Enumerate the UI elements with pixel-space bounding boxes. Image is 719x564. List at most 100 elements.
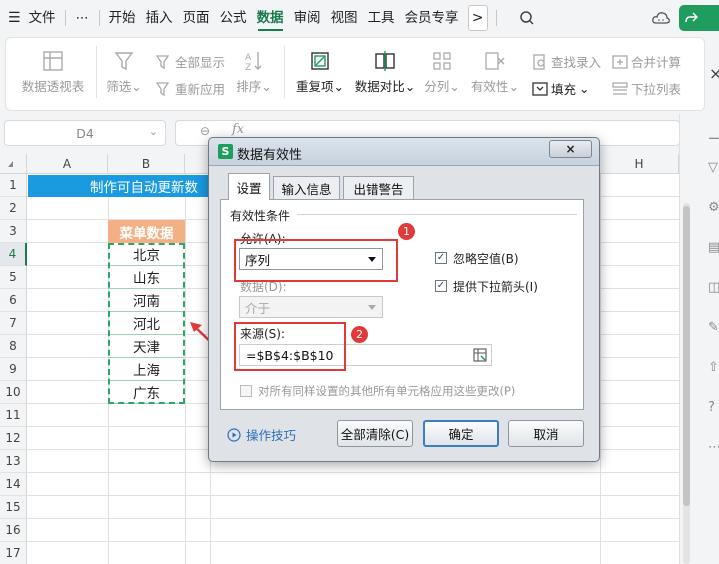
fill-icon: [532, 81, 548, 96]
source-input[interactable]: =$B$4:$B$10: [239, 344, 492, 366]
data-cell[interactable]: 上海: [108, 358, 185, 381]
reapply-button[interactable]: 重新应用: [156, 79, 225, 98]
row-header[interactable]: 12: [0, 427, 27, 450]
row-header[interactable]: 16: [0, 519, 27, 542]
data-cell[interactable]: 山东: [108, 266, 185, 289]
grid-line: [600, 174, 601, 564]
svg-text:Z: Z: [245, 63, 251, 72]
side-pen-icon[interactable]: ✎: [708, 320, 719, 335]
side-more-icon[interactable]: ⋯: [708, 440, 719, 455]
chevron-down-icon[interactable]: ⌄: [149, 125, 158, 138]
merge-calc-button[interactable]: 合并计算: [612, 52, 681, 71]
row-header[interactable]: 17: [0, 542, 27, 564]
fill-button[interactable]: 填充 ⌄: [532, 79, 590, 98]
source-label: 来源(S):: [240, 327, 286, 341]
sort-button[interactable]: AZ 排序⌄: [236, 50, 272, 95]
tab-input-message[interactable]: 输入信息: [273, 176, 340, 199]
side-share-icon[interactable]: ⇧: [708, 360, 719, 375]
ellipsis-icon[interactable]: ⋯: [70, 11, 95, 26]
row-header[interactable]: 3: [0, 220, 27, 243]
menu-home[interactable]: 开始: [104, 0, 141, 36]
row-header[interactable]: 14: [0, 473, 27, 496]
ignore-blank-checkbox[interactable]: ✓: [435, 252, 447, 264]
clear-all-button[interactable]: 全部清除(C): [337, 420, 413, 447]
ignore-blank-label[interactable]: 忽略空值(B): [453, 250, 519, 267]
name-box[interactable]: D4 ⌄: [4, 120, 166, 146]
menu-data[interactable]: 数据: [252, 0, 289, 36]
ok-button[interactable]: 确定: [423, 420, 499, 447]
filter-button[interactable]: 筛选⌄: [106, 50, 142, 95]
lookup-entry-button[interactable]: 查找录入: [532, 52, 601, 71]
hamburger-icon[interactable]: ☰: [8, 10, 21, 26]
pivot-table-button[interactable]: 数据透视表: [18, 50, 88, 95]
side-filter-icon[interactable]: ▽: [708, 160, 718, 175]
zoom-icon[interactable]: ⊖: [200, 124, 210, 138]
column-header-h[interactable]: H: [600, 154, 679, 174]
menu-formula[interactable]: 公式: [215, 0, 252, 36]
cloud-icon[interactable]: [649, 6, 673, 30]
range-picker-icon[interactable]: [473, 348, 487, 362]
column-header-a[interactable]: A: [27, 154, 108, 174]
row-header[interactable]: 9: [0, 358, 27, 381]
cancel-button[interactable]: 取消: [508, 420, 584, 447]
tips-link[interactable]: 操作技巧: [227, 425, 296, 444]
row-header[interactable]: 4: [0, 243, 27, 266]
side-help-icon[interactable]: ?: [708, 400, 715, 415]
fx-icon[interactable]: fx: [232, 122, 244, 137]
select-all-corner[interactable]: [0, 154, 27, 174]
dropdown-list-button[interactable]: 下拉列表: [612, 79, 681, 98]
row-header[interactable]: 5: [0, 266, 27, 289]
dialog-titlebar[interactable]: S 数据有效性 ×: [209, 138, 599, 166]
side-settings-icon[interactable]: ⚙: [708, 200, 719, 215]
ribbon: 数据透视表 筛选⌄ 全部显示 重新应用 AZ 排序⌄ 重复项⌄ 数据对比⌄ 分列…: [0, 36, 719, 114]
validity-button[interactable]: 有效性⌄: [470, 50, 520, 95]
row-header[interactable]: 2: [0, 197, 27, 220]
tab-settings[interactable]: 设置: [228, 173, 270, 200]
data-cell[interactable]: 天津: [108, 335, 185, 358]
row-header[interactable]: 8: [0, 335, 27, 358]
menu-member[interactable]: 会员专享: [400, 0, 464, 36]
data-cell[interactable]: 河南: [108, 289, 185, 312]
split-column-button[interactable]: 分列⌄: [424, 50, 460, 95]
data-cell[interactable]: 河北: [108, 312, 185, 335]
allow-label: 允许(A):: [240, 232, 286, 246]
close-icon[interactable]: ×: [709, 64, 719, 83]
row-header[interactable]: 11: [0, 404, 27, 427]
dialog-close-button[interactable]: ×: [549, 140, 592, 158]
row-header[interactable]: 6: [0, 289, 27, 312]
duplicates-button[interactable]: 重复项⌄: [296, 50, 344, 95]
row-header[interactable]: 7: [0, 312, 27, 335]
title-cell[interactable]: 制作可自动更新数: [28, 175, 211, 197]
in-cell-dropdown-label[interactable]: 提供下拉箭头(I): [453, 278, 538, 295]
in-cell-dropdown-checkbox[interactable]: ✓: [435, 280, 447, 292]
column-header-b[interactable]: B: [108, 154, 185, 174]
menu-page[interactable]: 页面: [178, 0, 215, 36]
row-header[interactable]: 13: [0, 450, 27, 473]
row-header[interactable]: 10: [0, 381, 27, 404]
search-icon[interactable]: [515, 6, 539, 30]
menu-file[interactable]: 文件: [24, 0, 61, 36]
share-button[interactable]: [679, 5, 719, 31]
menu-data-header[interactable]: 菜单数据: [108, 220, 185, 243]
tab-error-alert[interactable]: 出错警告: [343, 176, 414, 199]
play-circle-icon: [227, 427, 241, 442]
data-select: 介于: [239, 296, 383, 318]
menu-more-button[interactable]: >: [467, 5, 488, 31]
row-header[interactable]: 1: [0, 174, 27, 197]
side-doc-icon[interactable]: ▤: [708, 240, 719, 255]
menu-view[interactable]: 视图: [326, 0, 363, 36]
allow-select[interactable]: 序列: [239, 248, 383, 270]
side-chart-icon[interactable]: ◫: [708, 280, 719, 295]
show-all-button[interactable]: 全部显示: [156, 52, 225, 71]
menu-insert[interactable]: 插入: [141, 0, 178, 36]
data-cell[interactable]: 广东: [108, 381, 185, 404]
row-header[interactable]: 15: [0, 496, 27, 519]
scrollbar-thumb[interactable]: [683, 206, 690, 506]
data-cell[interactable]: 北京: [108, 243, 185, 266]
menu-tools[interactable]: 工具: [363, 0, 400, 36]
data-compare-button[interactable]: 数据对比⌄: [354, 50, 416, 95]
column-header-c[interactable]: [185, 154, 210, 174]
menu-review[interactable]: 审阅: [289, 0, 326, 36]
grid-line: [27, 518, 679, 519]
side-tool-icon[interactable]: ⚊: [708, 128, 719, 143]
